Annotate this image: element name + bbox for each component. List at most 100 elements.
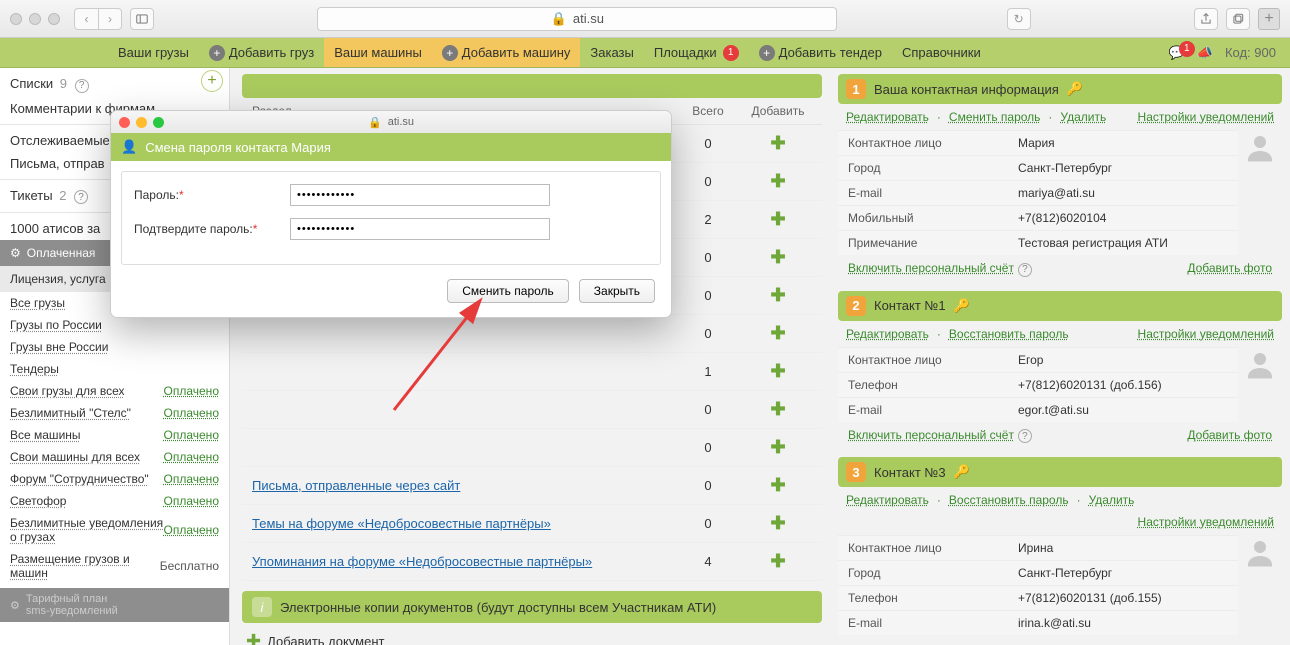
add-photo-link[interactable]: Добавить фото <box>1187 428 1272 444</box>
field-value: mariya@ati.su <box>1018 186 1228 200</box>
password-link[interactable]: Восстановить пароль <box>949 493 1069 507</box>
delete-link[interactable]: Удалить <box>1089 493 1135 507</box>
service-name[interactable]: Светофор <box>10 494 66 508</box>
add-document[interactable]: ✚ Добавить документ <box>242 623 822 645</box>
service-name[interactable]: Безлимитный "Стелс" <box>10 406 131 420</box>
card-number: 2 <box>846 296 866 316</box>
sidebar-service-item[interactable]: Форум "Сотрудничество"Оплачено <box>0 468 229 490</box>
share-button[interactable] <box>1194 8 1218 30</box>
tabs-button[interactable] <box>1226 8 1250 30</box>
help-icon[interactable]: ? <box>75 79 89 93</box>
add-button[interactable]: ✚ <box>770 323 785 343</box>
nav-add-cargo[interactable]: +Добавить груз <box>199 38 324 67</box>
service-name[interactable]: Безлимитные уведомления о грузах <box>10 516 164 544</box>
sidebar-service-item[interactable]: Свои грузы для всехОплачено <box>0 380 229 402</box>
notifications[interactable]: 💬 1 <box>1169 45 1185 61</box>
add-button[interactable]: ✚ <box>770 285 785 305</box>
service-name[interactable]: Грузы по России <box>10 318 102 332</box>
info-row: Телефон+7(812)6020131 (доб.155) <box>838 585 1238 610</box>
sidebar-tariff[interactable]: ⚙Тарифный план sms-уведомлений <box>0 588 229 622</box>
service-name[interactable]: Грузы вне России <box>10 340 108 354</box>
sidebar-service-item[interactable]: Все машиныОплачено <box>0 424 229 446</box>
nav-your-cargo[interactable]: Ваши грузы <box>108 38 199 67</box>
new-tab-button[interactable]: + <box>1258 8 1280 30</box>
section-link[interactable]: Письма, отправленные через сайт <box>252 478 460 493</box>
nav-your-vehicles[interactable]: Ваши машины <box>324 38 432 67</box>
add-button[interactable]: ✚ <box>770 133 785 153</box>
add-list-button[interactable]: + <box>201 70 223 92</box>
reload-button[interactable]: ↻ <box>1007 8 1031 30</box>
edit-link[interactable]: Редактировать <box>846 110 929 124</box>
nav-references[interactable]: Справочники <box>892 38 991 67</box>
section-link[interactable]: Упоминания на форуме «Недобросовестные п… <box>252 554 592 569</box>
add-button[interactable]: ✚ <box>770 209 785 229</box>
sidebar-service-item[interactable]: СветофорОплачено <box>0 490 229 512</box>
add-button[interactable]: ✚ <box>770 171 785 191</box>
card-header: 1Ваша контактная информация 🔑 <box>838 74 1282 104</box>
password-link[interactable]: Восстановить пароль <box>949 327 1069 341</box>
service-name[interactable]: Тендеры <box>10 362 59 376</box>
gear-icon: ⚙ <box>10 599 20 612</box>
sidebar-service-item[interactable]: Тендеры <box>0 358 229 380</box>
modal-window-controls[interactable] <box>119 117 164 128</box>
password-input[interactable] <box>290 184 550 206</box>
service-name[interactable]: Форум "Сотрудничество" <box>10 472 149 486</box>
enable-account-link[interactable]: Включить персональный счёт <box>848 261 1014 275</box>
add-button[interactable]: ✚ <box>770 551 785 571</box>
forward-button[interactable]: › <box>98 8 122 30</box>
password-link[interactable]: Сменить пароль <box>949 110 1041 124</box>
edit-link[interactable]: Редактировать <box>846 493 929 507</box>
service-name[interactable]: Свои машины для всех <box>10 450 140 464</box>
nav-add-vehicle[interactable]: +Добавить машину <box>432 38 581 67</box>
add-button[interactable]: ✚ <box>770 361 785 381</box>
help-icon[interactable]: ? <box>1018 263 1032 277</box>
add-button[interactable]: ✚ <box>770 399 785 419</box>
add-photo-link[interactable]: Добавить фото <box>1187 261 1272 277</box>
back-button[interactable]: ‹ <box>74 8 98 30</box>
megaphone-icon[interactable]: 📣 <box>1197 45 1213 61</box>
service-name[interactable]: Все машины <box>10 428 81 442</box>
notif-settings-link[interactable]: Настройки уведомлений <box>1138 515 1274 529</box>
service-name[interactable]: Все грузы <box>10 296 65 310</box>
table-row: 0✚ <box>242 391 822 429</box>
service-name[interactable]: Размещение грузов и машин <box>10 552 160 580</box>
card-actions: Редактировать · Восстановить парольНастр… <box>838 321 1282 347</box>
close-button[interactable]: Закрыть <box>579 279 655 303</box>
info-row: ПримечаниеТестовая регистрация АТИ <box>838 230 1238 255</box>
nav-back-forward[interactable]: ‹ › <box>74 8 122 30</box>
add-button[interactable]: ✚ <box>770 247 785 267</box>
info-row: ГородСанкт-Петербург <box>838 155 1238 180</box>
change-password-modal: 🔒 ati.su 👤 Смена пароля контакта Мария П… <box>110 110 672 318</box>
sidebar-service-item[interactable]: Грузы вне России <box>0 336 229 358</box>
help-icon[interactable]: ? <box>74 190 88 204</box>
help-icon[interactable]: ? <box>1018 429 1032 443</box>
field-label: E-mail <box>848 186 1018 200</box>
sidebar-service-item[interactable]: Безлимитный "Стелс"Оплачено <box>0 402 229 424</box>
url-text: ati.su <box>573 11 604 26</box>
sidebar-service-item[interactable]: Безлимитные уведомления о грузахОплачено <box>0 512 229 548</box>
field-label: E-mail <box>848 616 1018 630</box>
add-button[interactable]: ✚ <box>770 475 785 495</box>
delete-link[interactable]: Удалить <box>1060 110 1106 124</box>
sidebar-service-item[interactable]: Свои машины для всехОплачено <box>0 446 229 468</box>
code-label: Код: 900 <box>1225 45 1276 60</box>
window-controls[interactable] <box>10 13 60 25</box>
notif-settings-link[interactable]: Настройки уведомлений <box>1138 327 1274 341</box>
confirm-password-input[interactable] <box>290 218 550 240</box>
contact-card: 1Ваша контактная информация 🔑 Редактирова… <box>838 74 1282 283</box>
nav-add-tender[interactable]: +Добавить тендер <box>749 38 892 67</box>
sidebar-lists[interactable]: Списки 9 ? <box>0 72 229 97</box>
section-link[interactable]: Темы на форуме «Недобросовестные партнёр… <box>252 516 551 531</box>
nav-platforms[interactable]: Площадки1 <box>644 38 749 67</box>
nav-orders[interactable]: Заказы <box>580 38 643 67</box>
change-password-button[interactable]: Сменить пароль <box>447 279 569 303</box>
enable-account-link[interactable]: Включить персональный счёт <box>848 428 1014 442</box>
edit-link[interactable]: Редактировать <box>846 327 929 341</box>
sidebar-toggle[interactable] <box>130 8 154 30</box>
add-button[interactable]: ✚ <box>770 513 785 533</box>
service-name[interactable]: Свои грузы для всех <box>10 384 124 398</box>
url-bar[interactable]: 🔒 ati.su <box>317 7 837 31</box>
notif-settings-link[interactable]: Настройки уведомлений <box>1138 110 1274 124</box>
sidebar-service-item[interactable]: Размещение грузов и машинБесплатно <box>0 548 229 584</box>
add-button[interactable]: ✚ <box>770 437 785 457</box>
